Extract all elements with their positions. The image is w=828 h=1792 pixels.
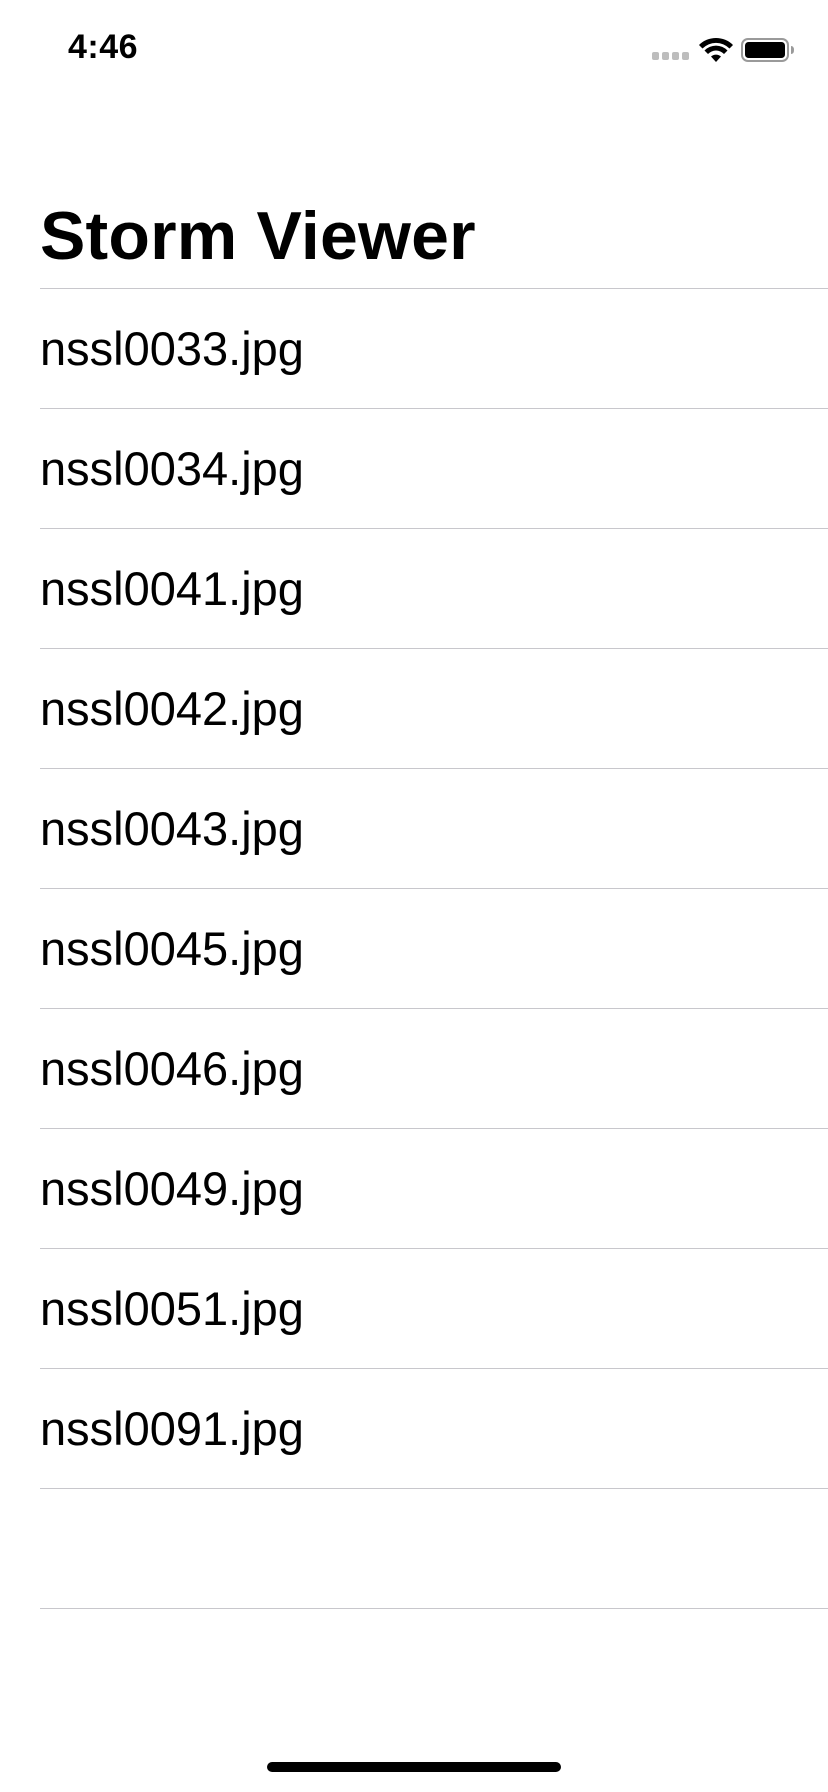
list-item[interactable]: nssl0091.jpg	[40, 1368, 828, 1488]
list-item[interactable]: nssl0051.jpg	[40, 1248, 828, 1368]
list-item-label: nssl0045.jpg	[40, 922, 304, 975]
list-item-label: nssl0042.jpg	[40, 682, 304, 735]
empty-list-row	[40, 1488, 828, 1608]
list-item[interactable]: nssl0041.jpg	[40, 528, 828, 648]
list-item[interactable]: nssl0046.jpg	[40, 1008, 828, 1128]
list-item-label: nssl0091.jpg	[40, 1402, 304, 1455]
status-bar: 4:46	[0, 0, 828, 100]
list-item-label: nssl0033.jpg	[40, 322, 304, 375]
list-item[interactable]: nssl0043.jpg	[40, 768, 828, 888]
list-item-label: nssl0046.jpg	[40, 1042, 304, 1095]
wifi-icon	[699, 37, 733, 62]
page-title: Storm Viewer	[40, 198, 476, 274]
list-item[interactable]: nssl0045.jpg	[40, 888, 828, 1008]
list-item-label: nssl0034.jpg	[40, 442, 304, 495]
list-item-label: nssl0043.jpg	[40, 802, 304, 855]
list-item[interactable]: nssl0049.jpg	[40, 1128, 828, 1248]
battery-icon	[741, 38, 794, 62]
list-item-label: nssl0051.jpg	[40, 1282, 304, 1335]
list-item[interactable]: nssl0042.jpg	[40, 648, 828, 768]
cellular-signal-icon	[652, 52, 690, 62]
status-time: 4:46	[68, 28, 139, 66]
empty-list-row	[40, 1608, 828, 1728]
list-item-label: nssl0049.jpg	[40, 1162, 304, 1215]
list-item[interactable]: nssl0034.jpg	[40, 408, 828, 528]
home-indicator[interactable]	[267, 1762, 561, 1772]
image-list: nssl0033.jpg nssl0034.jpg nssl0041.jpg n…	[0, 288, 828, 1728]
list-item[interactable]: nssl0033.jpg	[40, 288, 828, 408]
list-item-label: nssl0041.jpg	[40, 562, 304, 615]
